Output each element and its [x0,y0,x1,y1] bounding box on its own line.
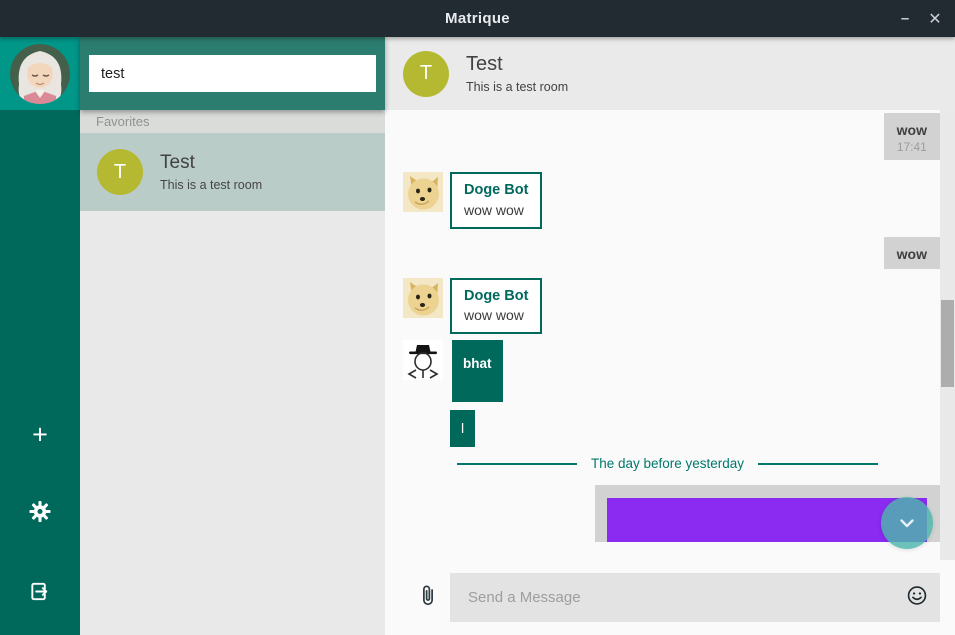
image-attachment[interactable] [607,498,927,542]
chevron-down-icon [893,509,921,537]
emoji-button[interactable] [906,584,928,611]
left-rail: + [0,37,80,635]
paperclip-icon [417,582,439,608]
message-input[interactable] [450,573,940,622]
room-list-empty-area [80,211,385,635]
message-row: bhat [385,340,940,402]
doge-avatar-image [403,278,443,318]
room-search-header [80,37,385,110]
bot-message-bubble[interactable]: Doge Bot wow wow [450,172,542,228]
peer-message-bubble[interactable]: l [450,410,475,448]
message-text: wow wow [464,306,528,325]
message-row: wow [385,237,940,269]
smiley-icon [906,584,928,606]
message-list[interactable]: wow 17:41 [385,110,955,560]
message-sender: Doge Bot [464,287,528,307]
message-row: Doge Bot wow wow [385,278,940,334]
scroll-to-bottom-button[interactable] [881,497,933,549]
chat-panel: T Test This is a test room wow 17:41 [385,37,955,635]
divider-line [758,463,878,465]
chat-room-avatar: T [403,51,449,97]
doge-bot-avatar[interactable] [403,278,443,318]
scrollbar-track[interactable] [940,110,955,560]
room-name: Test [160,152,262,174]
scrollbar-thumb[interactable] [941,300,954,387]
user-avatar-image [10,44,70,104]
gear-icon [29,500,52,523]
message-row [385,485,940,542]
message-text: wow [897,245,927,263]
close-button[interactable]: ✕ [921,0,949,37]
bhat-avatar-image [403,340,443,380]
room-list-panel: Favorites T Test This is a test room [80,37,385,635]
favorites-label: Favorites [96,114,149,129]
message-sender: bhat [463,355,492,373]
message-row: Doge Bot wow wow [385,172,940,228]
message-row: wow 17:41 [385,113,940,160]
favorites-section-header: Favorites [80,110,385,133]
room-list-item-test[interactable]: T Test This is a test room [80,133,385,211]
chat-room-title: Test [466,53,568,76]
user-avatar[interactable] [10,44,70,104]
doge-avatar-image [403,172,443,212]
chat-header: T Test This is a test room [385,37,955,110]
message-input-box [450,573,940,622]
room-avatar-initial: T [114,161,126,184]
date-divider: The day before yesterday [457,456,878,471]
peer-message-bubble[interactable]: bhat [452,340,503,402]
chat-room-subtitle: This is a test room [466,80,568,94]
message-text: wow [897,121,927,139]
user-avatar-box[interactable] [0,37,80,110]
own-message-bubble[interactable]: wow 17:41 [884,113,940,160]
chat-room-avatar-initial: T [420,62,432,85]
logout-button[interactable] [29,580,52,608]
window-title: Matrique [445,10,510,27]
minimize-button[interactable]: – [891,0,919,37]
settings-button[interactable] [29,500,52,528]
divider-line [457,463,577,465]
message-text: l [461,420,464,436]
message-sender: Doge Bot [464,181,528,201]
room-topic: This is a test room [160,178,262,192]
room-avatar: T [97,149,143,195]
own-message-bubble[interactable]: wow [884,237,940,269]
app-window: Matrique – ✕ [0,0,955,635]
bot-message-bubble[interactable]: Doge Bot wow wow [450,278,542,334]
title-bar: Matrique – ✕ [0,0,955,37]
message-timestamp: 17:41 [897,140,927,154]
divider-label: The day before yesterday [591,456,744,471]
doge-bot-avatar[interactable] [403,172,443,212]
message-text: wow wow [464,201,528,220]
logout-icon [29,580,52,603]
search-input[interactable] [89,55,376,92]
message-row: l [385,410,940,448]
attach-file-button[interactable] [417,582,439,613]
add-room-button[interactable]: + [32,422,48,449]
message-text [463,373,487,394]
bhat-avatar[interactable] [403,340,443,380]
composer-bar [385,560,955,635]
